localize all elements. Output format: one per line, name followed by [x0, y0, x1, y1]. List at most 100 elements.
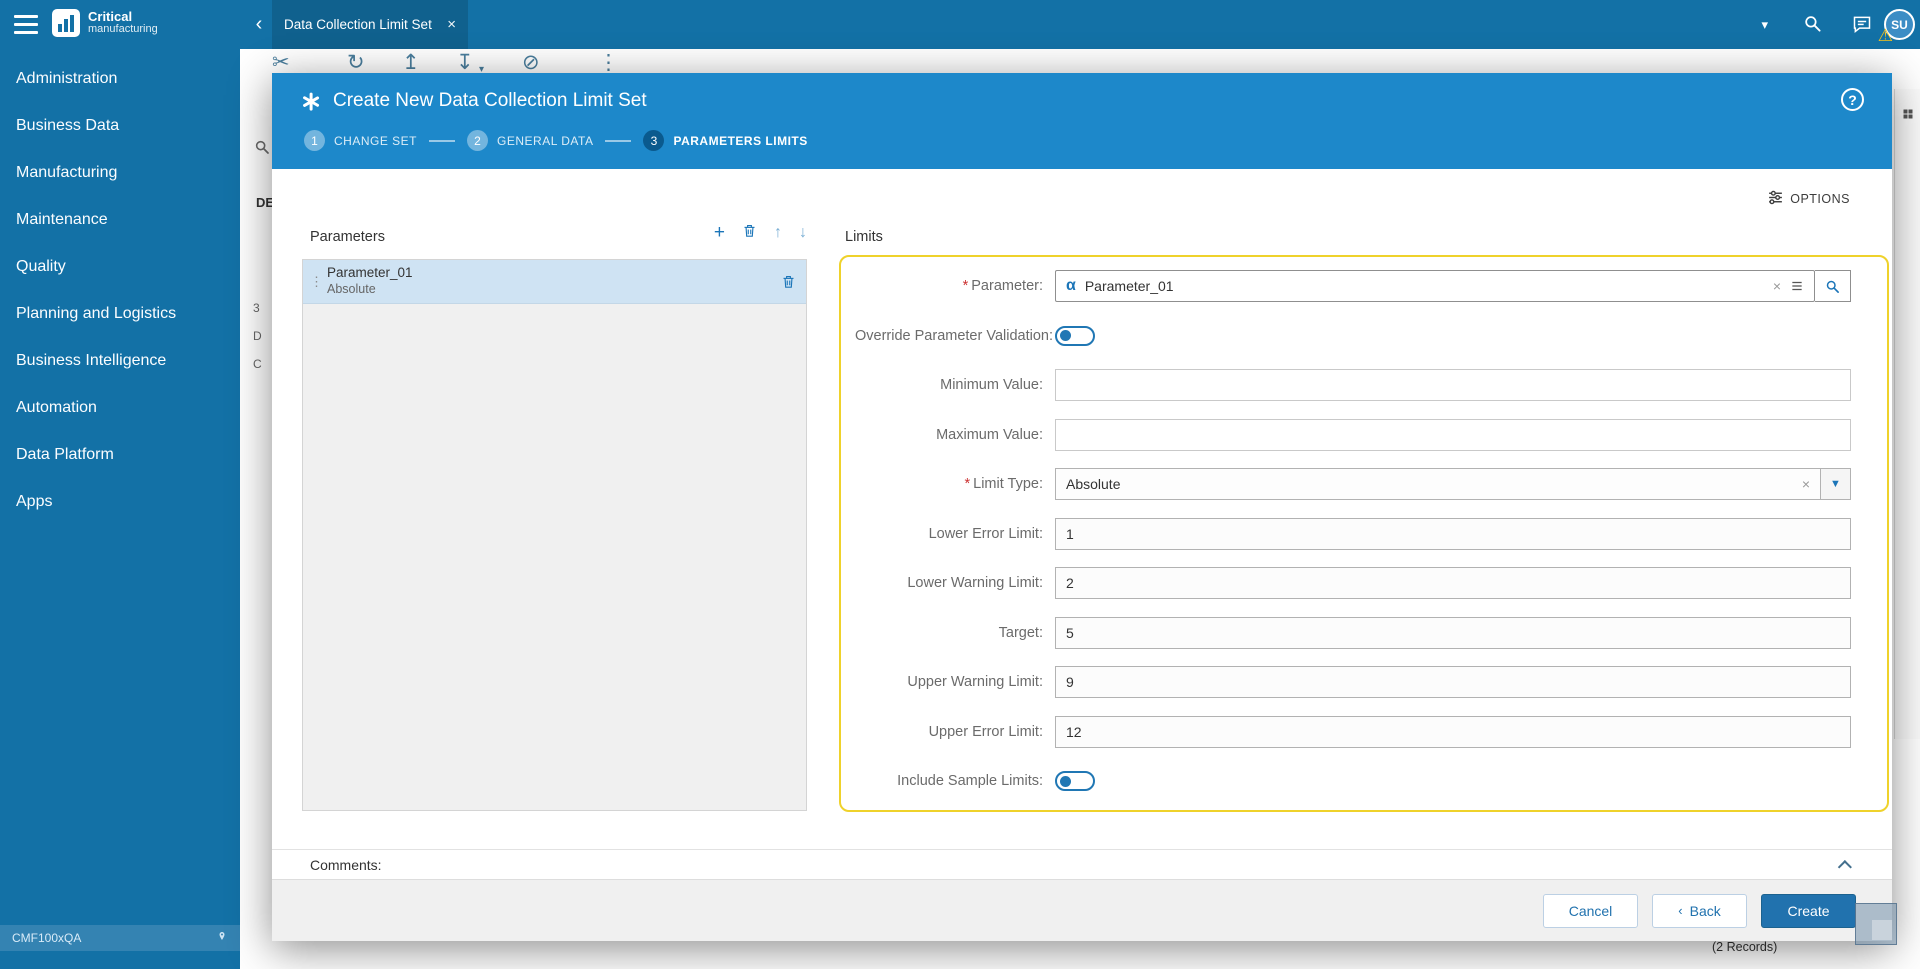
sidebar-item-business-intelligence[interactable]: Business Intelligence [0, 337, 240, 384]
upper-warning-limit-input[interactable] [1055, 666, 1851, 698]
sidebar-item-apps[interactable]: Apps [0, 478, 240, 525]
options-button[interactable]: OPTIONS [1767, 189, 1850, 209]
field-label: Override Parameter Validation: [855, 327, 1053, 344]
warning-icon[interactable]: ⚠ [1878, 27, 1893, 44]
wizard-header: Create New Data Collection Limit Set ? 1… [272, 73, 1892, 169]
grid-icon[interactable] [1902, 107, 1914, 739]
view-details-icon[interactable] [1790, 279, 1804, 293]
limit-type-value: Absolute [1066, 476, 1121, 492]
sidebar-item-manufacturing[interactable]: Manufacturing [0, 149, 240, 196]
field-label: Upper Warning Limit: [907, 674, 1043, 690]
step-label: PARAMETERS LIMITS [673, 133, 808, 148]
sidebar-item-planning-and-logistics[interactable]: Planning and Logistics [0, 290, 240, 337]
sidebar-item-administration[interactable]: Administration [0, 55, 240, 102]
sidebar-item-label: Quality [16, 257, 66, 275]
back-button[interactable]: ‹ Back [1652, 893, 1747, 928]
page-search-icon[interactable] [254, 139, 270, 160]
field-label: Lower Warning Limit: [907, 575, 1043, 591]
field-label: Lower Error Limit: [928, 525, 1043, 542]
environment-name: CMF100xQA [12, 931, 82, 945]
options-icon [1767, 189, 1784, 209]
step-general-data[interactable]: 2 GENERAL DATA [467, 130, 593, 151]
pin-icon[interactable] [216, 931, 228, 946]
parameters-panel-title: Parameters [310, 229, 385, 245]
lower-warning-limit-input[interactable] [1055, 567, 1851, 599]
ban-icon[interactable]: ⊘ [522, 52, 540, 73]
row-minimum-value: Minimum Value: [855, 369, 1851, 401]
row-lower-warning-limit: Lower Warning Limit: [855, 567, 1851, 599]
clear-icon[interactable]: × [1773, 278, 1781, 294]
create-button[interactable]: Create [1761, 893, 1856, 928]
field-label: Maximum Value: [936, 426, 1043, 443]
cancel-button[interactable]: Cancel [1543, 893, 1638, 928]
global-search-icon[interactable] [1803, 14, 1822, 38]
target-input[interactable] [1055, 616, 1851, 649]
step-parameters-limits[interactable]: 3 PARAMETERS LIMITS [643, 130, 807, 151]
sidebar-item-label: Maintenance [16, 210, 108, 228]
limit-type-dropdown-icon[interactable]: ▼ [1820, 468, 1851, 500]
move-up-icon[interactable]: ↑ [774, 224, 782, 241]
kebab-menu-icon[interactable]: ⋮ [598, 52, 619, 73]
field-label: Include Sample Limits: [897, 773, 1043, 789]
limits-form: * Parameter: α Parameter_01 × Override P… [839, 255, 1889, 812]
sidebar-item-business-data[interactable]: Business Data [0, 102, 240, 149]
row-parameter: * Parameter: α Parameter_01 × [855, 270, 1851, 302]
tabs-dropdown-icon[interactable]: ▾ [1761, 0, 1768, 49]
collapse-chevron-icon[interactable] [1837, 859, 1852, 874]
drag-handle-icon[interactable]: ⋮ [310, 274, 323, 290]
field-label: Limit Type: [973, 476, 1043, 492]
background-text-fragment: 3 [253, 301, 260, 315]
row-lower-error-limit: Lower Error Limit: [855, 517, 1851, 550]
row-delete-icon[interactable] [781, 274, 796, 289]
logo-icon [52, 9, 80, 37]
help-icon[interactable]: ? [1841, 88, 1864, 111]
lower-error-limit-input[interactable] [1055, 517, 1851, 550]
parameter-search-button[interactable] [1815, 270, 1851, 302]
parameters-toolbar: + ↑ ↓ [667, 223, 807, 242]
sidebar-item-data-platform[interactable]: Data Platform [0, 431, 240, 478]
add-parameter-icon[interactable]: + [714, 223, 725, 242]
sidebar-item-automation[interactable]: Automation [0, 384, 240, 431]
delete-parameter-icon[interactable] [742, 223, 757, 242]
step-label: GENERAL DATA [497, 133, 594, 148]
comments-label: Comments: [310, 856, 382, 873]
parameter-lookup-input[interactable]: α Parameter_01 × [1055, 270, 1815, 302]
tab-close-icon[interactable]: × [439, 16, 456, 33]
upper-error-limit-input[interactable] [1055, 715, 1851, 748]
refresh-icon[interactable]: ↻ [347, 52, 365, 73]
parameter-item-name: Parameter_01 [327, 265, 413, 281]
download-icon[interactable]: ↧ [456, 52, 474, 73]
row-upper-warning-limit: Upper Warning Limit: [855, 666, 1851, 698]
comments-section[interactable]: Comments: [272, 849, 1892, 879]
override-parameter-validation-toggle[interactable] [1055, 325, 1095, 346]
maximum-value-input[interactable] [1055, 418, 1851, 451]
sidebar-item-label: Planning and Logistics [16, 304, 177, 322]
limits-panel-title: Limits [845, 229, 883, 245]
hamburger-menu-icon[interactable] [14, 15, 38, 34]
cut-icon[interactable]: ✂ [272, 52, 290, 73]
sidebar-item-quality[interactable]: Quality [0, 243, 240, 290]
wizard-steps: 1 CHANGE SET 2 GENERAL DATA 3 PARAMETERS… [304, 130, 808, 151]
step-change-set[interactable]: 1 CHANGE SET [304, 130, 417, 151]
records-count: (2 Records) [1712, 940, 1778, 954]
minimum-value-input[interactable] [1055, 369, 1851, 401]
messages-icon[interactable] [1852, 14, 1872, 39]
tab-scroll-left-icon[interactable]: ‹ [246, 0, 272, 49]
clear-icon[interactable]: × [1802, 476, 1810, 492]
right-toolbar-strip [1894, 89, 1920, 739]
upload-icon[interactable]: ↥ [402, 52, 420, 73]
sidebar: Administration Business Data Manufacturi… [0, 49, 240, 969]
sidebar-item-label: Manufacturing [16, 163, 118, 181]
drag-ghost-overlay [1855, 903, 1897, 945]
step-number: 2 [467, 130, 489, 151]
parameter-list-item[interactable]: ⋮ Parameter_01 Absolute [303, 260, 806, 304]
app-logo[interactable]: Critical manufacturing [52, 9, 158, 37]
limit-type-combobox[interactable]: Absolute × [1055, 468, 1821, 500]
include-sample-limits-toggle[interactable] [1055, 771, 1095, 791]
background-text-fragment: D [253, 329, 262, 343]
logo-text-primary: Critical [88, 9, 133, 25]
sidebar-item-maintenance[interactable]: Maintenance [0, 196, 240, 243]
move-down-icon[interactable]: ↓ [799, 224, 807, 241]
field-label: Parameter: [971, 278, 1043, 294]
tab-data-collection-limit-set[interactable]: Data Collection Limit Set × [272, 0, 468, 49]
